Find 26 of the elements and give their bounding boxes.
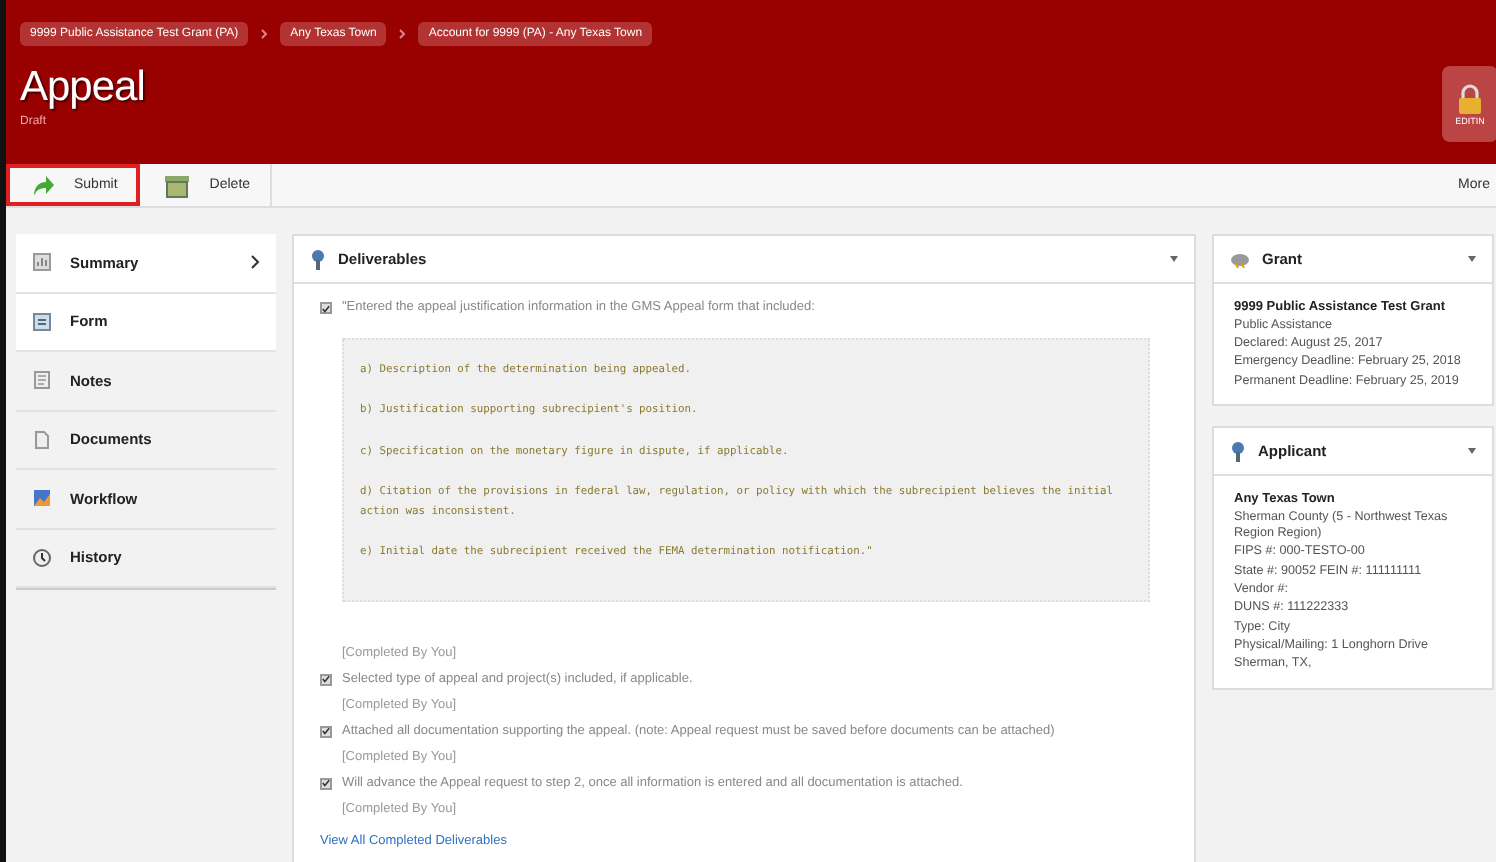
check-icon [322,726,330,737]
page-title: Appeal [20,64,147,112]
document-icon [32,429,52,450]
caret-icon[interactable] [1170,256,1178,262]
checkbox[interactable] [320,673,332,686]
checkbox[interactable] [320,725,332,738]
lock-icon [1456,83,1484,113]
check-icon [322,303,330,313]
check-icon [322,674,330,685]
cloud-icon [1230,251,1250,267]
clock-icon [32,547,52,568]
note-icon [32,370,52,391]
report-icon [32,252,52,273]
box-icon [163,173,190,197]
form-icon [32,311,52,332]
chevron-icon [398,28,407,40]
checkbox[interactable] [320,302,332,314]
check-icon [322,778,330,789]
chart-icon [32,488,52,509]
caret-icon[interactable] [1468,256,1476,262]
arrow-icon [30,173,54,197]
pin-icon [310,249,326,269]
checkbox[interactable] [320,777,332,790]
chevron-icon [260,28,269,40]
caret-icon[interactable] [1468,448,1476,455]
pin-icon [1230,441,1246,462]
